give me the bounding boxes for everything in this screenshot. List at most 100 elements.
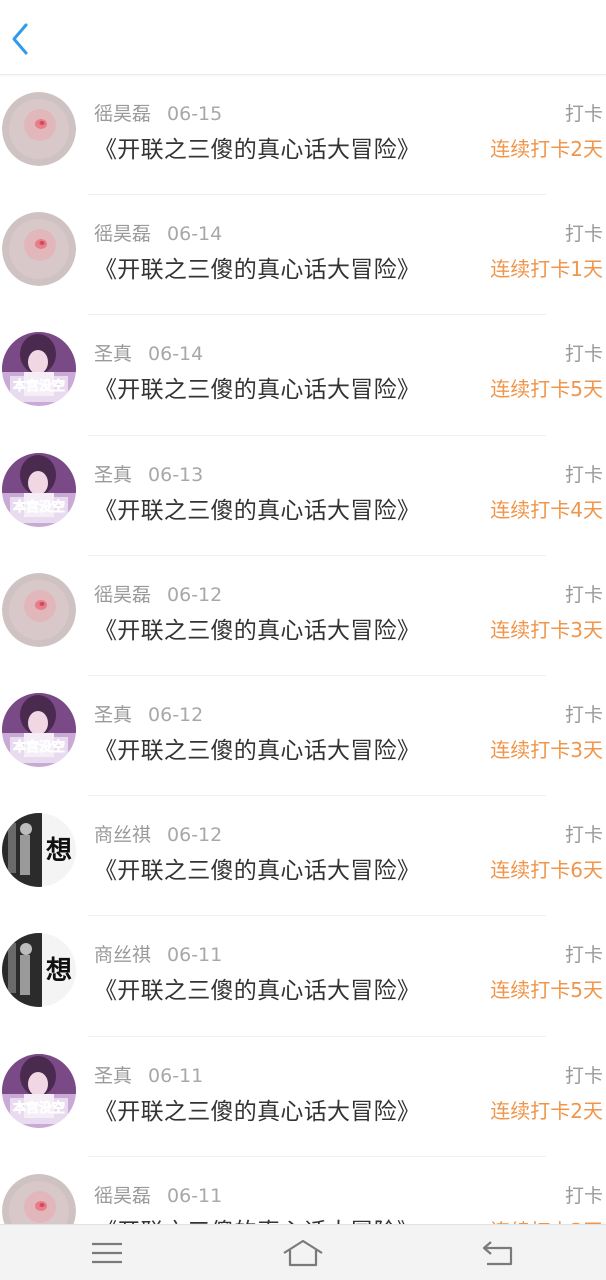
checkin-label: 打卡 — [564, 703, 603, 726]
entry-meta: 徭昊磊 06-14 — [94, 219, 222, 246]
avatar[interactable]: 想 — [2, 813, 76, 888]
entry-title: 《开联之三傻的真心话大冒险》 — [94, 737, 421, 764]
entry-meta: 圣真 06-11 — [94, 1061, 203, 1088]
entry-title: 《开联之三傻的真心话大冒险》 — [94, 978, 421, 1005]
svg-text:本宫没空: 本宫没空 — [13, 378, 65, 394]
list-item[interactable]: 徭昊磊 06-15 《开联之三傻的真心话大冒险》 打卡 连续打卡2天 — [0, 75, 606, 196]
system-nav-bar — [0, 1224, 606, 1280]
user-name: 商丝祺 — [94, 944, 152, 967]
checkin-list: 徭昊磊 06-15 《开联之三傻的真心话大冒险》 打卡 连续打卡2天 徭昊磊 06-14 《开… — [0, 75, 606, 1225]
svg-text:本宫没空: 本宫没空 — [13, 499, 65, 515]
entry-date: 06-15 — [167, 103, 223, 125]
entry-meta: 圣真 06-14 — [94, 339, 203, 366]
avatar-image: 想 — [2, 813, 76, 888]
user-name: 徭昊磊 — [94, 583, 152, 606]
svg-text:本宫没空: 本宫没空 — [13, 739, 65, 755]
checkin-label: 打卡 — [564, 1184, 603, 1207]
streak-label: 连续打卡3天 — [490, 617, 603, 642]
entry-date: 06-12 — [148, 703, 204, 726]
entry-meta: 徭昊磊 06-15 — [94, 99, 222, 126]
streak-label: 连续打卡6天 — [490, 858, 603, 883]
list-item[interactable]: 本宫没空 圣真 06-14 《开联之三傻的真心话大冒险》 打卡连续打卡5天 — [0, 315, 606, 436]
entry-title: 《开联之三傻的真心话大冒险》 — [94, 858, 421, 885]
entry-date: 06-11 — [167, 1184, 223, 1207]
back-arrow-icon — [482, 1241, 513, 1266]
user-name: 圣真 — [94, 463, 133, 486]
user-name: 圣真 — [94, 1064, 133, 1087]
avatar-image — [2, 572, 76, 647]
user-name: 商丝祺 — [94, 824, 152, 847]
streak-label: 连续打卡2天 — [490, 1098, 603, 1123]
entry-meta: 圣真 06-13 — [94, 460, 203, 487]
entry-date: 06-13 — [148, 463, 204, 486]
entry-date: 06-14 — [167, 223, 223, 246]
avatar[interactable]: 本宫没空 — [2, 332, 76, 407]
list-item[interactable]: 本宫没空 圣真 06-12 《开联之三傻的真心话大冒险》 打卡连续打卡3天 — [0, 676, 606, 797]
avatar[interactable] — [2, 212, 76, 287]
user-name: 圣真 — [94, 343, 133, 366]
back-button[interactable] — [0, 14, 40, 64]
list-item[interactable]: 本宫没空 圣真 06-11 《开联之三傻的真心话大冒险》 打卡 连续打卡2天 — [0, 1037, 606, 1157]
avatar[interactable]: 本宫没空 — [2, 692, 76, 767]
user-name: 徭昊磊 — [94, 103, 152, 125]
entry-meta: 商丝祺 06-12 — [94, 820, 222, 847]
streak-label: 连续打卡2天 — [490, 137, 603, 161]
entry-date: 06-11 — [148, 1064, 204, 1087]
avatar[interactable]: 想 — [2, 933, 76, 1008]
entry-title: 《开联之三傻的真心话大冒险》 — [94, 1098, 421, 1125]
entry-date: 06-12 — [167, 824, 223, 847]
screen: 徭昊磊 06-15 《开联之三傻的真心话大冒险》 打卡 连续打卡2天 徭昊磊 06-14 《开… — [0, 0, 606, 1280]
svg-text:想: 想 — [46, 956, 72, 986]
entry-title: 《开联之三傻的真心话大冒险》 — [94, 257, 421, 284]
checkin-label: 打卡 — [564, 103, 603, 125]
streak-label: 连续打卡5天 — [490, 377, 603, 402]
avatar[interactable] — [2, 1173, 76, 1225]
streak-label: 连续打卡4天 — [490, 497, 603, 522]
avatar-image — [2, 1173, 76, 1225]
avatar-image: 本宫没空 — [2, 692, 76, 767]
avatar[interactable]: 本宫没空 — [2, 452, 76, 527]
avatar-image: 想 — [2, 933, 76, 1008]
avatar-image: 本宫没空 — [2, 332, 76, 407]
checkin-label: 打卡 — [564, 583, 603, 606]
checkin-label: 打卡 — [564, 824, 603, 847]
header — [0, 0, 606, 75]
list-item[interactable]: 想商丝祺 06-12 《开联之三傻的真心话大冒险》 打卡连续打卡6天 — [0, 796, 606, 917]
home-button[interactable] — [278, 1233, 328, 1273]
entry-date: 06-14 — [148, 343, 204, 366]
menu-icon — [92, 1242, 122, 1264]
list-item[interactable]: 本宫没空 圣真 06-13 《开联之三傻的真心话大冒险》 打卡 连续打卡4天 — [0, 436, 606, 556]
entry-title: 《开联之三傻的真心话大冒险》 — [94, 497, 421, 524]
entry-title: 《开联之三傻的真心话大冒险》 — [94, 617, 421, 644]
back-nav-button[interactable] — [474, 1233, 524, 1273]
avatar[interactable] — [2, 572, 76, 647]
list-item[interactable]: 徭昊磊 06-14 《开联之三傻的真心话大冒险》 打卡连续打卡1天 — [0, 195, 606, 316]
list-item[interactable]: 徭昊磊 06-12 《开联之三傻的真心话大冒险》 打卡连续打卡3天 — [0, 556, 606, 677]
entry-meta: 徭昊磊 06-12 — [94, 580, 222, 607]
streak-label: 连续打卡1天 — [490, 257, 603, 282]
svg-text:本宫没空: 本宫没空 — [13, 1100, 65, 1116]
entry-date: 06-11 — [167, 944, 223, 967]
menu-button[interactable] — [82, 1233, 132, 1273]
checkin-label: 打卡 — [564, 223, 603, 246]
avatar-image — [2, 212, 76, 287]
checkin-label: 打卡 — [564, 944, 603, 967]
svg-text:想: 想 — [46, 836, 72, 866]
entry-meta: 商丝祺 06-11 — [94, 940, 222, 967]
home-icon — [283, 1239, 323, 1267]
avatar-image: 本宫没空 — [2, 1053, 76, 1128]
avatar[interactable]: 本宫没空 — [2, 1053, 76, 1128]
user-name: 圣真 — [94, 703, 133, 726]
user-name: 徭昊磊 — [94, 223, 152, 246]
list-item[interactable]: 想商丝祺 06-11 《开联之三傻的真心话大冒险》 打卡 连续打卡5天 — [0, 916, 606, 1037]
entry-title: 《开联之三傻的真心话大冒险》 — [94, 377, 421, 404]
avatar[interactable] — [2, 92, 76, 166]
list-item[interactable]: 徭昊磊06-11《开联之三傻的真心话大冒险》打卡连续打卡3天 — [0, 1157, 606, 1225]
avatar-image: 本宫没空 — [2, 452, 76, 527]
streak-label: 连续打卡3天 — [490, 737, 603, 762]
checkin-label: 打卡 — [564, 343, 603, 366]
avatar-image — [2, 92, 76, 166]
entry-meta: 圣真 06-12 — [94, 700, 203, 727]
entry-date: 06-12 — [167, 583, 223, 606]
entry-title: 《开联之三傻的真心话大冒险》 — [94, 1212, 420, 1225]
